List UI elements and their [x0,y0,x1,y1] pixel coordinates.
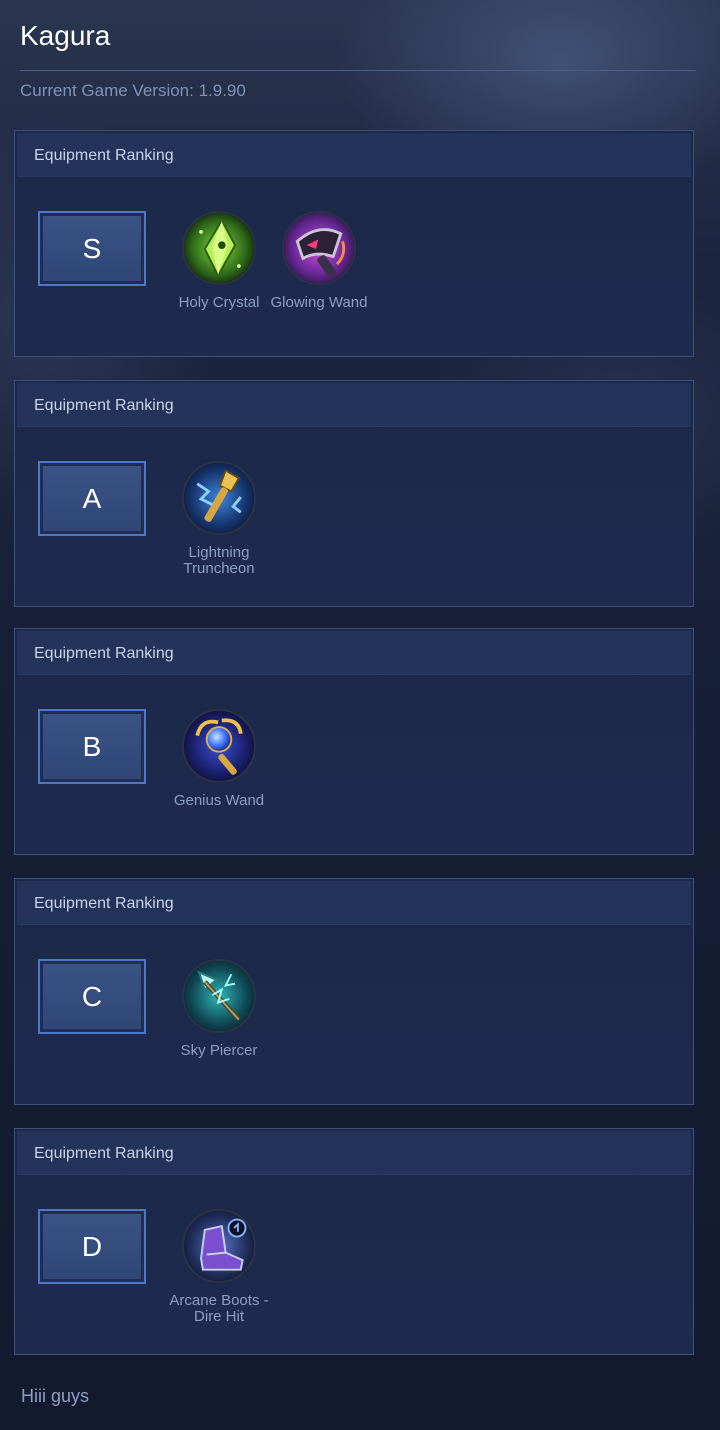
equipment-ranking-panel-d: Equipment Ranking D Arcane Boots - Dire … [14,1128,694,1355]
panel-title: Equipment Ranking [34,147,174,164]
panel-header: Equipment Ranking [17,1131,691,1175]
item-sky-piercer[interactable]: Sky Piercer [164,959,274,1059]
panel-header: Equipment Ranking [17,383,691,427]
item-name: Lightning Truncheon [183,544,255,577]
item-arcane-boots[interactable]: Arcane Boots - Dire Hit [164,1209,274,1325]
tier-badge-a: A [38,461,146,536]
panel-header: Equipment Ranking [17,631,691,675]
panel-header: Equipment Ranking [17,881,691,925]
panel-title: Equipment Ranking [34,645,174,662]
header-divider [20,70,696,71]
panel-header: Equipment Ranking [17,133,691,177]
item-lightning-truncheon[interactable]: Lightning Truncheon [164,461,274,577]
tier-badge-d: D [38,1209,146,1284]
tier-badge-s: S [38,211,146,286]
equipment-ranking-panel-b: Equipment Ranking B Genius Wand [14,628,694,855]
sky-piercer-icon[interactable] [182,959,256,1033]
glowing-wand-icon[interactable] [282,211,356,285]
item-name: Sky Piercer [180,1042,258,1059]
game-version: Current Game Version: 1.9.90 [20,81,246,100]
holy-crystal-icon[interactable] [182,211,256,285]
footer-comment: Hiii guys [21,1386,90,1406]
genius-wand-icon[interactable] [182,709,256,783]
panel-title: Equipment Ranking [34,895,174,912]
item-name: Holy Crystal [178,294,260,311]
equipment-ranking-panel-s: Equipment Ranking S Holy Crystal Glowing… [14,130,694,357]
hero-name: Kagura [20,20,111,51]
item-name: Genius Wand [173,792,265,809]
arcane-boots-icon[interactable] [182,1209,256,1283]
equipment-ranking-panel-a: Equipment Ranking A Lightning Truncheon [14,380,694,607]
item-name: Glowing Wand [270,294,368,311]
panel-title: Equipment Ranking [34,397,174,414]
item-name: Arcane Boots - Dire Hit [169,1292,269,1325]
lightning-truncheon-icon[interactable] [182,461,256,535]
item-genius-wand[interactable]: Genius Wand [164,709,274,809]
panel-title: Equipment Ranking [34,1145,174,1162]
tier-badge-c: C [38,959,146,1034]
item-glowing-wand[interactable]: Glowing Wand [264,211,374,311]
equipment-ranking-panel-c: Equipment Ranking C Sky Piercer [14,878,694,1105]
tier-badge-b: B [38,709,146,784]
item-holy-crystal[interactable]: Holy Crystal [164,211,274,311]
